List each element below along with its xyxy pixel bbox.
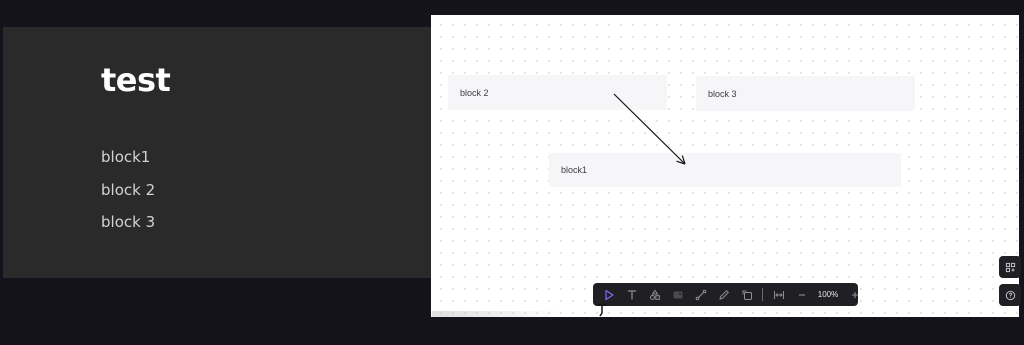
- document-panel: test block1 block 2 block 3: [3, 27, 451, 278]
- zoom-level[interactable]: 100%: [813, 290, 843, 299]
- help-button[interactable]: [999, 284, 1021, 306]
- image-icon: [673, 291, 682, 298]
- lasso-icon: [742, 290, 752, 300]
- canvas-block-1[interactable]: block1: [549, 153, 901, 187]
- zoom-in-button[interactable]: [843, 283, 866, 306]
- document-block-item[interactable]: block1: [101, 147, 155, 180]
- whiteboard-canvas[interactable]: block 2 block 3 block1: [431, 15, 1019, 317]
- connector-icon: [695, 289, 706, 300]
- select-icon: [604, 289, 614, 300]
- document-block-item[interactable]: block 3: [101, 212, 155, 245]
- pen-icon: [719, 289, 729, 299]
- pen-tool-button[interactable]: [712, 283, 735, 306]
- fit-width-button[interactable]: [767, 283, 790, 306]
- connector-tool-button[interactable]: [689, 283, 712, 306]
- canvas-block-label: block 3: [708, 88, 737, 99]
- canvas-block-3[interactable]: block 3: [696, 76, 915, 111]
- lasso-tool-button[interactable]: [735, 283, 758, 306]
- zoom-out-button[interactable]: [790, 283, 813, 306]
- document-block-list: block1 block 2 block 3: [101, 147, 155, 245]
- canvas-block-label: block1: [561, 165, 588, 175]
- plus-icon: [851, 291, 858, 298]
- app-stage: test block1 block 2 block 3 block 2 bloc…: [0, 0, 1024, 345]
- canvas-toolbar: 100%: [593, 283, 858, 306]
- grid-apps-icon: [1005, 262, 1015, 272]
- text-tool-button[interactable]: [620, 283, 643, 306]
- canvas-edge-shadow: [432, 311, 562, 317]
- image-tool-button[interactable]: [666, 283, 689, 306]
- text-icon: [627, 289, 636, 299]
- toolbar-divider: [762, 288, 763, 301]
- minus-icon: [798, 293, 805, 296]
- fit-width-icon: [773, 290, 784, 299]
- shapes-tool-button[interactable]: [643, 283, 666, 306]
- shapes-icon: [649, 289, 660, 300]
- apps-button[interactable]: [999, 256, 1021, 278]
- canvas-block-2[interactable]: block 2: [448, 75, 667, 110]
- help-icon: [1005, 290, 1015, 300]
- document-title[interactable]: test: [101, 61, 171, 99]
- mouse-cursor-icon: [597, 304, 606, 317]
- canvas-block-label: block 2: [460, 87, 489, 98]
- document-block-item[interactable]: block 2: [101, 180, 155, 213]
